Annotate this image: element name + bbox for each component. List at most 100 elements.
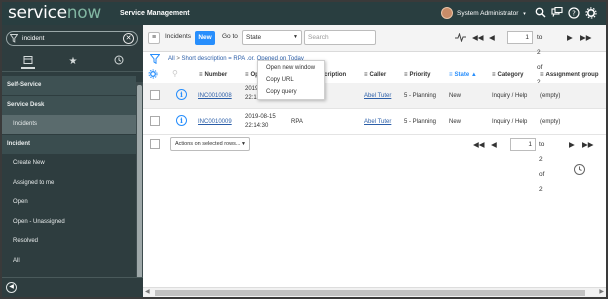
- sidebar-item-open[interactable]: Open: [2, 193, 136, 212]
- column-number[interactable]: ≡ Number: [199, 72, 227, 78]
- breadcrumb-all[interactable]: All: [168, 56, 175, 62]
- logo-service-text: service: [8, 3, 67, 23]
- product-title: Service Management: [120, 10, 190, 17]
- goto-label: Go to: [222, 33, 238, 40]
- logo-now-text: now: [66, 3, 101, 23]
- navigator-filter-input[interactable]: incident: [22, 35, 44, 42]
- column-menu-icon[interactable]: ≡: [492, 72, 496, 78]
- user-menu[interactable]: System Administrator ▾: [457, 10, 526, 17]
- search-icon[interactable]: [534, 7, 546, 19]
- incident-number-link[interactable]: INC0010009: [198, 118, 232, 126]
- table-row[interactable]: i INC0010009 2019-08-15 22:14:30 RPA Abe…: [143, 109, 606, 135]
- horizontal-scroll-thumb[interactable]: [155, 290, 585, 296]
- actions-select[interactable]: Actions on selected rows... ▼: [170, 137, 250, 151]
- column-caller[interactable]: ≡ Caller: [364, 72, 386, 78]
- column-menu-icon[interactable]: ≡: [245, 72, 249, 78]
- page-number-input[interactable]: 1: [507, 31, 533, 44]
- sidebar-item-incidents[interactable]: Incidents: [2, 115, 136, 134]
- next-page-icon[interactable]: ▶: [567, 30, 573, 45]
- column-menu-icon[interactable]: ≡: [540, 72, 544, 78]
- application-navigator: incident ✕ ★ Self-Service Service Desk I…: [2, 25, 143, 297]
- page-number-input[interactable]: 1: [510, 138, 536, 151]
- navigator-filter[interactable]: incident ✕: [6, 31, 138, 46]
- goto-field-value: State: [246, 34, 262, 41]
- clear-filter-icon[interactable]: ✕: [123, 33, 134, 44]
- column-category[interactable]: ≡ Category: [492, 72, 524, 78]
- horizontal-scrollbar[interactable]: ◀ ▶: [143, 287, 606, 297]
- state-value: New: [449, 93, 462, 99]
- sidebar-item-service-desk[interactable]: Service Desk: [2, 96, 136, 115]
- menu-item-copy-url[interactable]: Copy URL: [266, 77, 294, 83]
- menu-item-copy-query[interactable]: Copy query: [266, 89, 297, 95]
- goto-field-select[interactable]: State ▼: [242, 30, 302, 45]
- column-menu-icon[interactable]: ≡: [364, 72, 368, 78]
- row-checkbox[interactable]: [150, 90, 160, 100]
- priority-value: 5 - Planning: [404, 119, 437, 125]
- list-title: Incidents: [165, 33, 192, 40]
- filter-icon[interactable]: [149, 54, 161, 66]
- last-page-icon[interactable]: ▶▶: [580, 30, 592, 45]
- incident-number-link[interactable]: INC0010008: [198, 92, 232, 100]
- column-number-label: Number: [204, 72, 228, 78]
- scroll-left-icon[interactable]: ◀: [145, 288, 150, 295]
- info-icon[interactable]: i: [176, 115, 187, 126]
- sidebar-scrollbar[interactable]: [136, 82, 143, 290]
- sidebar-item-open-unassigned[interactable]: Open - Unassigned: [2, 213, 136, 232]
- column-category-label: Category: [497, 72, 524, 78]
- new-button[interactable]: New: [195, 31, 215, 45]
- help-icon[interactable]: ?: [568, 7, 580, 19]
- scroll-right-icon[interactable]: ▶: [599, 288, 604, 295]
- info-icon[interactable]: i: [176, 89, 187, 100]
- list-search-input[interactable]: Search: [304, 30, 376, 45]
- app-window: servicenow Service Management System Adm…: [0, 0, 608, 299]
- select-all-checkbox[interactable]: [150, 139, 160, 149]
- favorites-icon[interactable]: ★: [66, 55, 80, 69]
- list-menu-icon[interactable]: ≡: [148, 32, 160, 44]
- sidebar-scroll-thumb[interactable]: [137, 85, 142, 285]
- first-page-icon[interactable]: ◀◀: [472, 30, 484, 45]
- menu-item-open-new-window[interactable]: Open new window: [266, 65, 315, 71]
- activity-icon[interactable]: [455, 30, 466, 47]
- next-page-icon[interactable]: ▶: [569, 137, 575, 152]
- state-value: New: [449, 119, 462, 125]
- last-page-icon[interactable]: ▶▶: [582, 137, 594, 152]
- table-row[interactable]: i INC0010008 2019-08-15 22:13:49 Abel Tu…: [143, 83, 606, 109]
- sidebar-item-all[interactable]: All: [2, 252, 136, 271]
- chevron-down-icon: ▾: [523, 11, 526, 17]
- sidebar-item-resolved[interactable]: Resolved: [2, 232, 136, 251]
- svg-text:?: ?: [572, 10, 576, 18]
- sidebar-item-assigned-to-me[interactable]: Assigned to me: [2, 174, 136, 193]
- column-menu-icon[interactable]: ≡: [404, 72, 408, 78]
- navigator-tabs: ★: [2, 52, 143, 72]
- sidebar-item-self-service[interactable]: Self-Service: [2, 76, 136, 95]
- column-state[interactable]: ≡ State ▲: [449, 72, 477, 78]
- chat-icon[interactable]: [551, 6, 563, 19]
- caller-link[interactable]: Abel Tuter: [364, 118, 391, 126]
- gear-icon[interactable]: [585, 7, 597, 19]
- previous-page-icon[interactable]: ◀: [489, 30, 495, 45]
- column-menu-icon[interactable]: ≡: [199, 72, 203, 78]
- servicenow-logo[interactable]: servicenow: [8, 4, 101, 22]
- all-apps-icon[interactable]: [21, 55, 35, 69]
- collapse-navigator-icon[interactable]: ◀: [6, 282, 17, 293]
- top-banner: servicenow Service Management System Adm…: [2, 2, 606, 25]
- column-priority[interactable]: ≡ Priority: [404, 72, 431, 78]
- user-name: System Administrator: [457, 10, 519, 17]
- row-checkbox[interactable]: [150, 116, 160, 126]
- sort-ascending-icon: ▲: [470, 72, 477, 78]
- first-page-icon[interactable]: ◀◀: [473, 137, 485, 152]
- refresh-timer-icon[interactable]: [574, 164, 585, 175]
- opened-time: 22:14:30: [245, 123, 269, 129]
- short-description: RPA: [291, 119, 303, 125]
- sidebar-item-incident[interactable]: Incident: [2, 135, 136, 154]
- column-assignment-group[interactable]: ≡ Assignment group: [540, 72, 606, 78]
- incident-list: ≡ Incidents New Go to State ▼ Search ◀◀ …: [143, 25, 606, 297]
- column-menu-icon[interactable]: ≡: [449, 72, 453, 78]
- caller-link[interactable]: Abel Tuter: [364, 92, 391, 100]
- personalize-list-icon[interactable]: [148, 69, 158, 81]
- column-search-icon[interactable]: ⚲: [172, 69, 178, 78]
- history-icon[interactable]: [112, 55, 126, 69]
- previous-page-icon[interactable]: ◀: [491, 137, 497, 152]
- user-avatar[interactable]: [441, 7, 453, 19]
- sidebar-item-create-new[interactable]: Create New: [2, 154, 136, 173]
